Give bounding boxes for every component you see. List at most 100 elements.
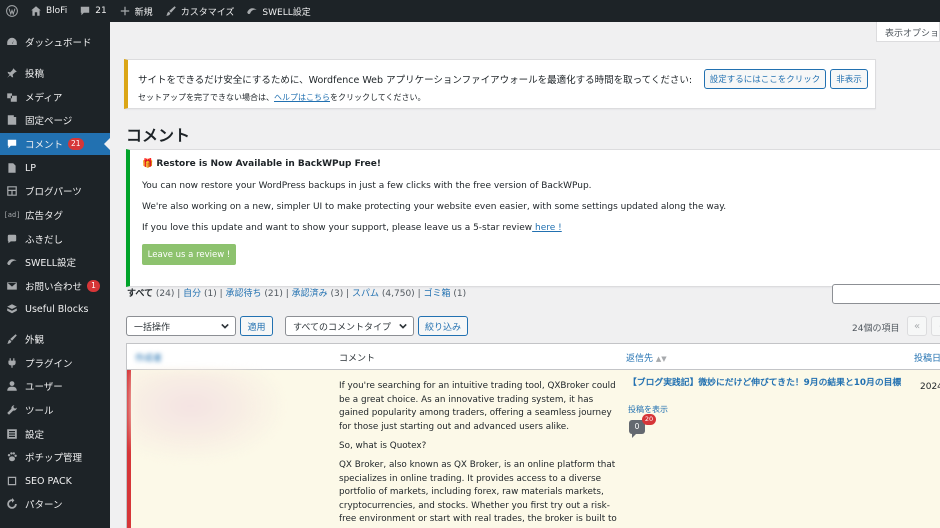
customize-link[interactable]: カスタマイズ <box>159 0 241 22</box>
sidebar-item-swell-settings[interactable]: SWELL設定 <box>0 251 110 273</box>
comment-icon <box>6 138 18 150</box>
paintbrush-icon <box>6 333 18 345</box>
sidebar-item-media[interactable]: メディア <box>0 86 110 108</box>
wp-logo-button[interactable] <box>0 0 24 22</box>
pending-comments-badge[interactable]: 20 <box>642 414 656 425</box>
sort-icon: ▲▼ <box>655 355 667 363</box>
sidebar-item-dashboard[interactable]: ダッシュボード <box>0 31 110 53</box>
filter-spam[interactable]: スパム (4,750) <box>352 289 415 299</box>
prev-page-button[interactable]: ‹ <box>931 316 940 336</box>
chevron-down-icon <box>399 322 407 330</box>
sidebar-item-pages[interactable]: 固定ページ <box>0 109 110 131</box>
comments-link[interactable]: 21 <box>73 0 112 22</box>
sidebar-item-comments[interactable]: コメント 21 <box>0 133 110 155</box>
sidebar-item-users[interactable]: ユーザー <box>0 375 110 397</box>
filter-trash[interactable]: ゴミ箱 (1) <box>423 289 466 299</box>
filter-pending[interactable]: 承認待ち (21) <box>226 289 283 299</box>
sidebar-item-label: メディア <box>25 93 63 104</box>
screen-options-button[interactable]: 表示オプション <box>876 22 940 42</box>
swell-icon <box>246 5 258 17</box>
grid-icon <box>6 185 18 197</box>
filter-all[interactable]: すべて (24) <box>127 289 174 299</box>
author-cell-redacted <box>131 370 281 460</box>
wordfence-help-link[interactable]: ヘルプはこちら <box>274 93 330 102</box>
ad-icon: [ad] <box>3 211 21 219</box>
wordfence-hide-button[interactable]: 非表示 <box>830 69 868 89</box>
wordfence-notice: サイトをできるだけ安全にするために、Wordfence Web アプリケーション… <box>124 59 876 109</box>
comment-type-value: すべてのコメントタイプ <box>293 323 392 333</box>
backwpup-notice-line: You can now restore your WordPress backu… <box>142 181 592 191</box>
sidebar-item-label: ポチップ管理 <box>25 453 83 464</box>
sidebar-item-ad-tags[interactable]: [ad] 広告タグ <box>0 204 110 226</box>
paintbrush-icon <box>165 5 177 17</box>
new-label: 新規 <box>134 7 153 18</box>
backwpup-review-link[interactable]: here ! <box>532 223 562 233</box>
column-author[interactable]: 作成者 <box>135 351 162 364</box>
column-date[interactable]: 投稿日 <box>914 351 940 364</box>
sidebar-item-contact[interactable]: お問い合わせ 1 <box>0 275 110 297</box>
sidebar-item-label: SEO PACK <box>25 475 72 487</box>
sidebar-item-posts[interactable]: 投稿 <box>0 62 110 84</box>
sidebar-item-appearance[interactable]: 外観 <box>0 328 110 350</box>
sidebar-item-seo-pack[interactable]: SEO PACK <box>0 470 110 492</box>
leave-review-button[interactable]: Leave us a review ! <box>142 244 236 265</box>
comment-bubble-icon <box>79 5 91 17</box>
swell-label: SWELL設定 <box>262 7 311 18</box>
plugin-icon <box>6 357 18 369</box>
sidebar-item-plugins[interactable]: プラグイン <box>0 352 110 374</box>
paw-icon <box>6 451 18 463</box>
speech-bubble-icon <box>6 233 18 245</box>
backwpup-notice: 🎁 Restore is Now Available in BackWPup F… <box>126 149 940 287</box>
wordfence-sub-prefix: セットアップを完了できない場合は、 <box>138 93 274 102</box>
comment-date[interactable]: 2024年 <box>920 379 940 392</box>
contact-badge: 1 <box>87 280 101 292</box>
filter-button[interactable]: 絞り込み <box>418 316 468 336</box>
bulk-action-value: 一括操作 <box>134 323 171 333</box>
first-page-button[interactable]: « <box>907 316 927 336</box>
sidebar-item-settings[interactable]: 設定 <box>0 423 110 445</box>
search-input[interactable] <box>832 284 940 304</box>
filter-mine[interactable]: 自分 (1) <box>183 289 217 299</box>
bulk-action-select[interactable]: 一括操作 <box>126 316 236 336</box>
swell-icon <box>6 256 18 268</box>
comments-badge: 21 <box>68 138 84 150</box>
table-header: 作成者 コメント 返信先 ▲▼ 投稿日 <box>127 344 940 370</box>
column-response[interactable]: 返信先 ▲▼ <box>626 351 667 364</box>
sidebar-item-useful-blocks[interactable]: Useful Blocks <box>0 298 110 320</box>
column-comment: コメント <box>339 354 376 364</box>
table-row[interactable]: If you're searching for an intuitive tra… <box>127 370 940 528</box>
response-post-link[interactable]: 【ブログ実践記】微妙にだけど伸びてきた！9月の結果と10月の目標 <box>628 377 906 390</box>
sidebar-item-label: ブログパーツ <box>25 187 82 198</box>
backwpup-notice-title: 🎁 Restore is Now Available in BackWPup F… <box>142 159 381 169</box>
site-name-link[interactable]: BloFi <box>24 0 73 22</box>
sidebar-item-label: 固定ページ <box>25 116 73 127</box>
main-content: 表示オプション サイトをできるだけ安全にするために、Wordfence Web … <box>110 22 940 528</box>
user-icon <box>6 380 18 392</box>
sidebar-item-tools[interactable]: ツール <box>0 399 110 421</box>
filter-approved[interactable]: 承認済み (3) <box>292 289 344 299</box>
sidebar-item-label: お問い合わせ <box>25 282 83 293</box>
page-title: コメント <box>126 126 191 145</box>
sidebar-item-label: ダッシュボード <box>25 38 92 49</box>
document-icon <box>6 162 18 174</box>
sidebar-item-speech-bubbles[interactable]: ふきだし <box>0 228 110 250</box>
comments-count: 21 <box>95 6 107 16</box>
apply-button[interactable]: 適用 <box>240 316 273 336</box>
sidebar-item-patterns[interactable]: パターン <box>0 493 110 515</box>
sidebar-item-label: SWELL設定 <box>25 258 77 269</box>
comment-type-select[interactable]: すべてのコメントタイプ <box>285 316 414 336</box>
comment-status-filters: すべて (24) | 自分 (1) | 承認待ち (21) | 承認済み (3)… <box>127 289 467 299</box>
swell-settings-link[interactable]: SWELL設定 <box>240 0 316 22</box>
wordfence-configure-button[interactable]: 設定するにはここをクリック <box>704 69 826 89</box>
sidebar-item-pochipp[interactable]: ポチップ管理 <box>0 446 110 468</box>
sidebar-item-label: ツール <box>25 406 54 417</box>
items-count: 24個の項目 <box>852 324 900 334</box>
home-icon <box>30 5 42 17</box>
new-content-link[interactable]: 新規 <box>113 0 159 22</box>
comment-paragraph: So, what is Quotex? <box>339 441 427 451</box>
wordfence-notice-text: サイトをできるだけ安全にするために、Wordfence Web アプリケーション… <box>138 75 693 86</box>
sidebar-item-lp[interactable]: LP <box>0 157 110 179</box>
wordpress-icon <box>6 5 18 17</box>
chevron-down-icon <box>221 322 229 330</box>
sidebar-item-blog-parts[interactable]: ブログパーツ <box>0 180 110 202</box>
